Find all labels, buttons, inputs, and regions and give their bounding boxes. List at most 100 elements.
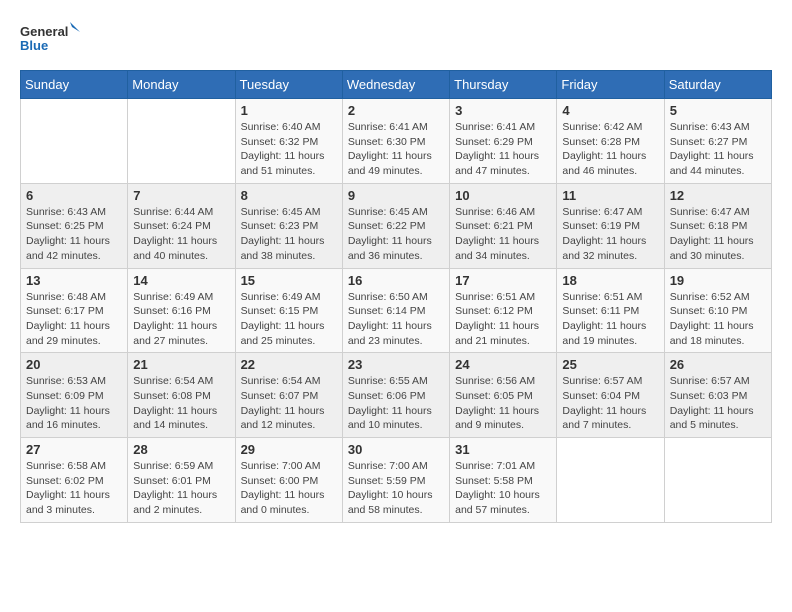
calendar-week-row: 13 Sunrise: 6:48 AMSunset: 6:17 PMDayligh… xyxy=(21,268,772,353)
day-info: Sunrise: 6:57 AMSunset: 6:03 PMDaylight:… xyxy=(670,374,766,433)
calendar-cell: 24 Sunrise: 6:56 AMSunset: 6:05 PMDayligh… xyxy=(450,353,557,438)
day-number: 19 xyxy=(670,273,766,288)
day-number: 21 xyxy=(133,357,229,372)
day-number: 12 xyxy=(670,188,766,203)
day-info: Sunrise: 6:48 AMSunset: 6:17 PMDaylight:… xyxy=(26,290,122,349)
svg-text:General: General xyxy=(20,24,68,39)
day-info: Sunrise: 6:54 AMSunset: 6:08 PMDaylight:… xyxy=(133,374,229,433)
calendar-week-row: 20 Sunrise: 6:53 AMSunset: 6:09 PMDayligh… xyxy=(21,353,772,438)
calendar-cell: 20 Sunrise: 6:53 AMSunset: 6:09 PMDayligh… xyxy=(21,353,128,438)
day-number: 24 xyxy=(455,357,551,372)
calendar-cell: 11Sunrise: 6:47 AMSunset: 6:19 PMDayligh… xyxy=(557,183,664,268)
calendar-cell: 1Sunrise: 6:40 AMSunset: 6:32 PMDaylight… xyxy=(235,99,342,184)
calendar-cell: 28 Sunrise: 6:59 AMSunset: 6:01 PMDayligh… xyxy=(128,438,235,523)
day-info: Sunrise: 6:49 AMSunset: 6:16 PMDaylight:… xyxy=(133,290,229,349)
day-number: 29 xyxy=(241,442,337,457)
day-info: Sunrise: 6:53 AMSunset: 6:09 PMDaylight:… xyxy=(26,374,122,433)
day-number: 4 xyxy=(562,103,658,118)
calendar-week-row: 1Sunrise: 6:40 AMSunset: 6:32 PMDaylight… xyxy=(21,99,772,184)
day-number: 17 xyxy=(455,273,551,288)
calendar-cell: 7 Sunrise: 6:44 AMSunset: 6:24 PMDaylight… xyxy=(128,183,235,268)
day-info: Sunrise: 6:41 AMSunset: 6:30 PMDaylight:… xyxy=(348,120,444,179)
day-info: Sunrise: 6:42 AMSunset: 6:28 PMDaylight:… xyxy=(562,120,658,179)
day-number: 16 xyxy=(348,273,444,288)
day-info: Sunrise: 6:45 AMSunset: 6:23 PMDaylight:… xyxy=(241,205,337,264)
day-info: Sunrise: 6:46 AMSunset: 6:21 PMDaylight:… xyxy=(455,205,551,264)
calendar-cell: 30Sunrise: 7:00 AMSunset: 5:59 PMDayligh… xyxy=(342,438,449,523)
day-number: 7 xyxy=(133,188,229,203)
day-number: 27 xyxy=(26,442,122,457)
calendar-week-row: 6 Sunrise: 6:43 AMSunset: 6:25 PMDaylight… xyxy=(21,183,772,268)
day-number: 15 xyxy=(241,273,337,288)
day-info: Sunrise: 6:51 AMSunset: 6:12 PMDaylight:… xyxy=(455,290,551,349)
calendar-cell: 31 Sunrise: 7:01 AMSunset: 5:58 PMDayligh… xyxy=(450,438,557,523)
day-info: Sunrise: 6:47 AMSunset: 6:19 PMDaylight:… xyxy=(562,205,658,264)
calendar-cell: 26Sunrise: 6:57 AMSunset: 6:03 PMDayligh… xyxy=(664,353,771,438)
calendar-cell: 15 Sunrise: 6:49 AMSunset: 6:15 PMDayligh… xyxy=(235,268,342,353)
day-number: 30 xyxy=(348,442,444,457)
day-info: Sunrise: 6:59 AMSunset: 6:01 PMDaylight:… xyxy=(133,459,229,518)
calendar-cell xyxy=(664,438,771,523)
day-info: Sunrise: 6:50 AMSunset: 6:14 PMDaylight:… xyxy=(348,290,444,349)
calendar-cell: 18 Sunrise: 6:51 AMSunset: 6:11 PMDayligh… xyxy=(557,268,664,353)
weekday-header-wednesday: Wednesday xyxy=(342,71,449,99)
day-number: 31 xyxy=(455,442,551,457)
calendar-cell: 4 Sunrise: 6:42 AMSunset: 6:28 PMDaylight… xyxy=(557,99,664,184)
calendar-cell: 14 Sunrise: 6:49 AMSunset: 6:16 PMDayligh… xyxy=(128,268,235,353)
calendar-cell: 27 Sunrise: 6:58 AMSunset: 6:02 PMDayligh… xyxy=(21,438,128,523)
calendar-week-row: 27 Sunrise: 6:58 AMSunset: 6:02 PMDayligh… xyxy=(21,438,772,523)
logo-svg: General Blue xyxy=(20,20,80,60)
calendar-cell: 16 Sunrise: 6:50 AMSunset: 6:14 PMDayligh… xyxy=(342,268,449,353)
weekday-header-row: SundayMondayTuesdayWednesdayThursdayFrid… xyxy=(21,71,772,99)
day-info: Sunrise: 6:52 AMSunset: 6:10 PMDaylight:… xyxy=(670,290,766,349)
day-info: Sunrise: 7:01 AMSunset: 5:58 PMDaylight:… xyxy=(455,459,551,518)
day-info: Sunrise: 6:41 AMSunset: 6:29 PMDaylight:… xyxy=(455,120,551,179)
day-info: Sunrise: 6:43 AMSunset: 6:25 PMDaylight:… xyxy=(26,205,122,264)
calendar-cell: 19 Sunrise: 6:52 AMSunset: 6:10 PMDayligh… xyxy=(664,268,771,353)
day-number: 10 xyxy=(455,188,551,203)
day-number: 18 xyxy=(562,273,658,288)
calendar-cell: 21 Sunrise: 6:54 AMSunset: 6:08 PMDayligh… xyxy=(128,353,235,438)
weekday-header-monday: Monday xyxy=(128,71,235,99)
calendar-cell: 5 Sunrise: 6:43 AMSunset: 6:27 PMDaylight… xyxy=(664,99,771,184)
weekday-header-tuesday: Tuesday xyxy=(235,71,342,99)
day-info: Sunrise: 6:54 AMSunset: 6:07 PMDaylight:… xyxy=(241,374,337,433)
calendar-cell xyxy=(128,99,235,184)
day-number: 14 xyxy=(133,273,229,288)
day-number: 20 xyxy=(26,357,122,372)
day-info: Sunrise: 6:49 AMSunset: 6:15 PMDaylight:… xyxy=(241,290,337,349)
day-number: 8 xyxy=(241,188,337,203)
header: General Blue xyxy=(20,20,772,60)
day-number: 6 xyxy=(26,188,122,203)
svg-text:Blue: Blue xyxy=(20,38,48,53)
calendar-cell: 9 Sunrise: 6:45 AMSunset: 6:22 PMDaylight… xyxy=(342,183,449,268)
calendar-cell: 17 Sunrise: 6:51 AMSunset: 6:12 PMDayligh… xyxy=(450,268,557,353)
day-info: Sunrise: 6:56 AMSunset: 6:05 PMDaylight:… xyxy=(455,374,551,433)
calendar-cell xyxy=(21,99,128,184)
weekday-header-thursday: Thursday xyxy=(450,71,557,99)
calendar-cell: 22 Sunrise: 6:54 AMSunset: 6:07 PMDayligh… xyxy=(235,353,342,438)
day-number: 9 xyxy=(348,188,444,203)
day-number: 13 xyxy=(26,273,122,288)
logo: General Blue xyxy=(20,20,80,60)
day-info: Sunrise: 6:43 AMSunset: 6:27 PMDaylight:… xyxy=(670,120,766,179)
calendar-cell: 12Sunrise: 6:47 AMSunset: 6:18 PMDayligh… xyxy=(664,183,771,268)
calendar-cell: 2 Sunrise: 6:41 AMSunset: 6:30 PMDaylight… xyxy=(342,99,449,184)
day-number: 23 xyxy=(348,357,444,372)
calendar-cell: 25Sunrise: 6:57 AMSunset: 6:04 PMDayligh… xyxy=(557,353,664,438)
calendar-cell: 6 Sunrise: 6:43 AMSunset: 6:25 PMDaylight… xyxy=(21,183,128,268)
calendar-cell: 13 Sunrise: 6:48 AMSunset: 6:17 PMDayligh… xyxy=(21,268,128,353)
day-number: 22 xyxy=(241,357,337,372)
calendar-cell: 8 Sunrise: 6:45 AMSunset: 6:23 PMDaylight… xyxy=(235,183,342,268)
day-info: Sunrise: 7:00 AMSunset: 6:00 PMDaylight:… xyxy=(241,459,337,518)
day-info: Sunrise: 6:51 AMSunset: 6:11 PMDaylight:… xyxy=(562,290,658,349)
day-number: 5 xyxy=(670,103,766,118)
day-number: 2 xyxy=(348,103,444,118)
day-number: 28 xyxy=(133,442,229,457)
weekday-header-saturday: Saturday xyxy=(664,71,771,99)
day-info: Sunrise: 6:58 AMSunset: 6:02 PMDaylight:… xyxy=(26,459,122,518)
day-info: Sunrise: 6:55 AMSunset: 6:06 PMDaylight:… xyxy=(348,374,444,433)
day-info: Sunrise: 6:45 AMSunset: 6:22 PMDaylight:… xyxy=(348,205,444,264)
day-info: Sunrise: 6:44 AMSunset: 6:24 PMDaylight:… xyxy=(133,205,229,264)
calendar-cell: 23 Sunrise: 6:55 AMSunset: 6:06 PMDayligh… xyxy=(342,353,449,438)
